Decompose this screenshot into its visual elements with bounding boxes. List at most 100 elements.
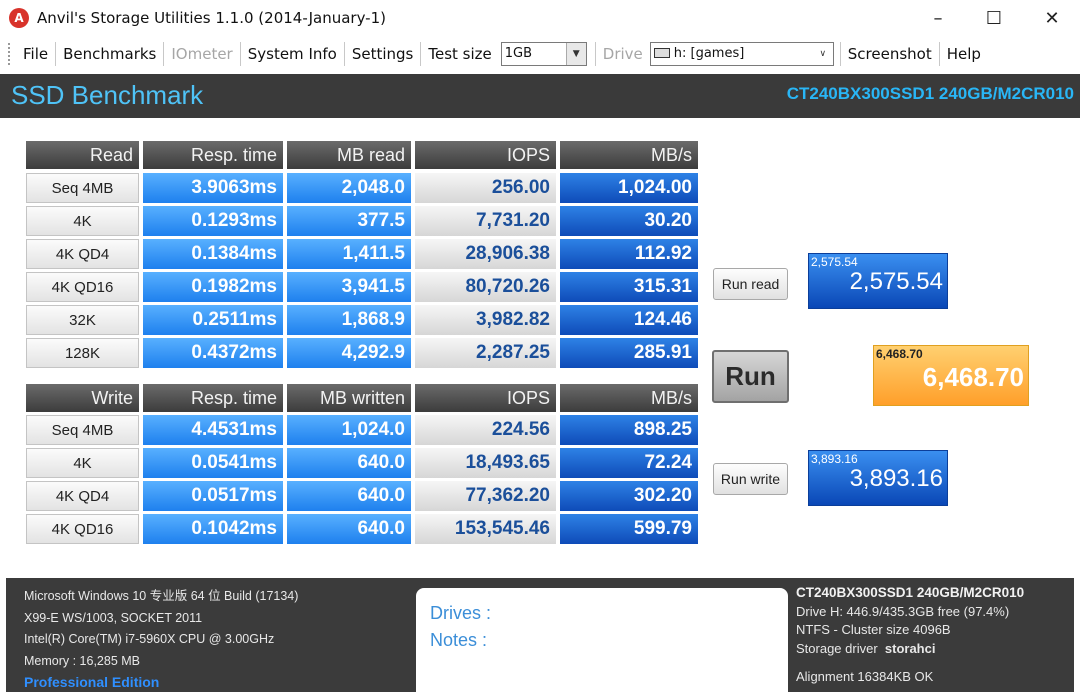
read-mbs: 1,024.00 [560,173,698,203]
maximize-button[interactable]: ☐ [966,0,1022,36]
read-resp-time: 0.1293ms [143,206,283,236]
read-row-label: Seq 4MB [26,173,139,203]
write-row-label: Seq 4MB [26,415,139,445]
menu-separator [163,42,165,66]
read-score: 2,575.54 [849,268,943,295]
storage-driver-label: Storage driver [796,640,878,656]
total-score: 6,468.70 [922,362,1024,392]
menu-file[interactable]: File [18,41,53,67]
read-mb: 377.5 [287,206,411,236]
chevron-down-icon[interactable]: ∨ [812,43,833,65]
read-resp-time: 3.9063ms [143,173,283,203]
read-mb: 3,941.5 [287,272,411,302]
write-row-label: 4K QD4 [26,481,139,511]
title-bar: A Anvil's Storage Utilities 1.1.0 (2014-… [0,0,1080,36]
read-header-label: Read [26,141,139,169]
read-header-mbs: MB/s [560,141,698,169]
run-read-button[interactable]: Run read [713,268,788,300]
write-mb: 640.0 [287,448,411,478]
menu-help[interactable]: Help [942,41,986,67]
menu-benchmarks[interactable]: Benchmarks [58,41,161,67]
write-mb: 640.0 [287,514,411,544]
menu-iometer[interactable]: IOmeter [166,41,237,67]
read-iops: 28,906.38 [415,239,556,269]
storage-driver: Storage driver storahci [796,640,1072,659]
total-score-box: 6,468.70 6,468.70 [873,345,1029,406]
drive-info: CT240BX300SSD1 240GB/M2CR010 Drive H: 44… [796,584,1072,687]
write-header-iops: IOPS [415,384,556,412]
menu-separator [343,42,345,66]
write-iops: 77,362.20 [415,481,556,511]
read-header-resp: Resp. time [143,141,283,169]
edition-label: Professional Edition [24,674,160,690]
read-iops: 3,982.82 [415,305,556,335]
menu-settings[interactable]: Settings [347,41,419,67]
read-mbs: 124.46 [560,305,698,335]
window-title: Anvil's Storage Utilities 1.1.0 (2014-Ja… [37,9,386,27]
close-button[interactable]: ✕ [1024,0,1080,36]
test-size-value: 1GB [504,46,533,61]
notes-label: Notes : [430,630,488,650]
read-header-iops: IOPS [415,141,556,169]
write-row-label: 4K [26,448,139,478]
page-title: SSD Benchmark [11,80,204,110]
minimize-button[interactable]: – [910,0,966,36]
write-header-resp: Resp. time [143,384,283,412]
read-row-label: 4K QD4 [26,239,139,269]
write-iops: 18,493.65 [415,448,556,478]
cluster-info: NTFS - Cluster size 4096B [796,622,951,637]
read-mbs: 112.92 [560,239,698,269]
read-score-small: 2,575.54 [811,255,858,269]
read-mbs: 285.91 [560,338,698,368]
read-mb: 1,868.9 [287,305,411,335]
read-iops: 2,287.25 [415,338,556,368]
read-row-label: 4K QD16 [26,272,139,302]
chevron-down-icon[interactable]: ▼ [565,43,586,65]
write-score-small: 3,893.16 [811,452,858,466]
alignment-info: Alignment 16384KB OK [796,669,934,684]
menu-screenshot[interactable]: Screenshot [843,41,937,67]
test-size-select[interactable]: 1GB ▼ [500,42,587,66]
run-write-button[interactable]: Run write [713,463,788,495]
board-info: X99-E WS/1003, SOCKET 2011 [24,610,203,625]
read-row-label: 32K [26,305,139,335]
read-iops: 256.00 [415,173,556,203]
write-header-mbs: MB/s [560,384,698,412]
read-mb: 1,411.5 [287,239,411,269]
read-resp-time: 0.4372ms [143,338,283,368]
storage-driver-value: storahci [884,640,936,656]
notes-box[interactable]: Drives : Notes : [416,588,788,692]
menu-separator [239,42,241,66]
drive-label: Drive [602,45,643,63]
menu-separator [55,42,57,66]
drives-label: Drives : [430,603,492,623]
memory-info: Memory : 16,285 MB [24,653,141,668]
read-resp-time: 0.2511ms [143,305,283,335]
drive-select[interactable]: h: [games] ∨ [649,42,834,66]
menu-separator [420,42,422,66]
read-mbs: 30.20 [560,206,698,236]
write-resp-time: 0.0517ms [143,481,283,511]
menu-separator [938,42,940,66]
run-button[interactable]: Run [712,350,789,403]
system-info: Microsoft Windows 10 专业版 64 位 Build (171… [24,586,414,692]
cpu-info: Intel(R) Core(TM) i7-5960X CPU @ 3.00GHz [24,632,275,646]
write-iops: 153,545.46 [415,514,556,544]
write-mbs: 898.25 [560,415,698,445]
toolbar-grip-icon [8,43,10,65]
drive-icon [653,48,670,58]
read-score-box: 2,575.54 2,575.54 [808,253,948,309]
system-info-panel: Microsoft Windows 10 专业版 64 位 Build (171… [6,578,1074,692]
read-header-mb: MB read [287,141,411,169]
write-score: 3,893.16 [849,465,943,492]
write-row-label: 4K QD16 [26,514,139,544]
drive-space: Drive H: 446.9/435.3GB free (97.4%) [796,603,1010,619]
write-resp-time: 4.4531ms [143,415,283,445]
menu-system-info[interactable]: System Info [243,41,342,67]
read-iops: 7,731.20 [415,206,556,236]
write-mbs: 302.20 [560,481,698,511]
write-iops: 224.56 [415,415,556,445]
read-iops: 80,720.26 [415,272,556,302]
write-header-label: Write [26,384,139,412]
write-mbs: 72.24 [560,448,698,478]
